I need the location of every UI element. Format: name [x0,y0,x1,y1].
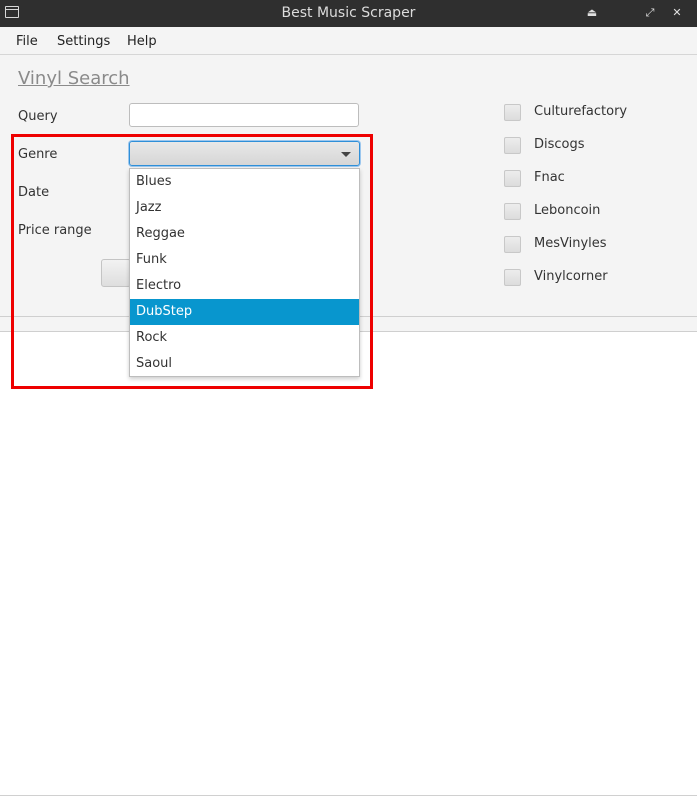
genre-dropdown-list: Blues Jazz Reggae Funk Electro DubStep Rock Sao… [129,168,360,377]
chevron-down-icon[interactable] [341,152,351,157]
menu-help[interactable]: Help [127,34,157,49]
genre-option[interactable]: Blues [130,169,359,195]
genre-option[interactable]: Saoul [130,351,359,377]
title-bar: Best Music Scraper ⏏ ⤢ ✕ [0,0,697,27]
genre-option[interactable]: Rock [130,325,359,351]
menu-bar: File Settings Help [0,27,697,55]
source-checkbox-label: Fnac [534,170,565,185]
search-button[interactable] [101,259,131,287]
genre-option[interactable]: Reggae [130,221,359,247]
genre-option[interactable]: Jazz [130,195,359,221]
source-checkbox[interactable] [504,236,521,253]
source-checkbox-label: Discogs [534,137,585,152]
query-label: Query [18,109,58,124]
source-checkbox[interactable] [504,269,521,286]
source-checkbox-label: Culturefactory [534,104,628,119]
menu-settings[interactable]: Settings [57,34,110,49]
genre-option[interactable]: Electro [130,273,359,299]
source-checkbox[interactable] [504,203,521,220]
close-icon[interactable]: ✕ [668,4,686,22]
date-label: Date [18,185,50,200]
query-input[interactable] [129,103,359,127]
genre-option[interactable]: Funk [130,247,359,273]
source-checkbox-label: MesVinyles [534,236,607,251]
maximize-icon[interactable]: ⤢ [641,4,659,22]
minimize-icon[interactable]: ⏏ [583,4,601,22]
menu-file[interactable]: File [16,34,38,49]
genre-label: Genre [18,147,58,162]
source-checkbox[interactable] [504,137,521,154]
source-checkbox[interactable] [504,170,521,187]
genre-option[interactable]: DubStep [130,299,359,325]
source-checkbox-label: Vinylcorner [534,269,608,284]
genre-combobox[interactable] [129,141,360,166]
price-range-label: Price range [18,223,92,238]
source-checkbox-label: Leboncoin [534,203,601,218]
source-checkbox[interactable] [504,104,521,121]
divider [0,795,697,796]
section-title-vinyl-search[interactable]: Vinyl Search [18,68,130,89]
